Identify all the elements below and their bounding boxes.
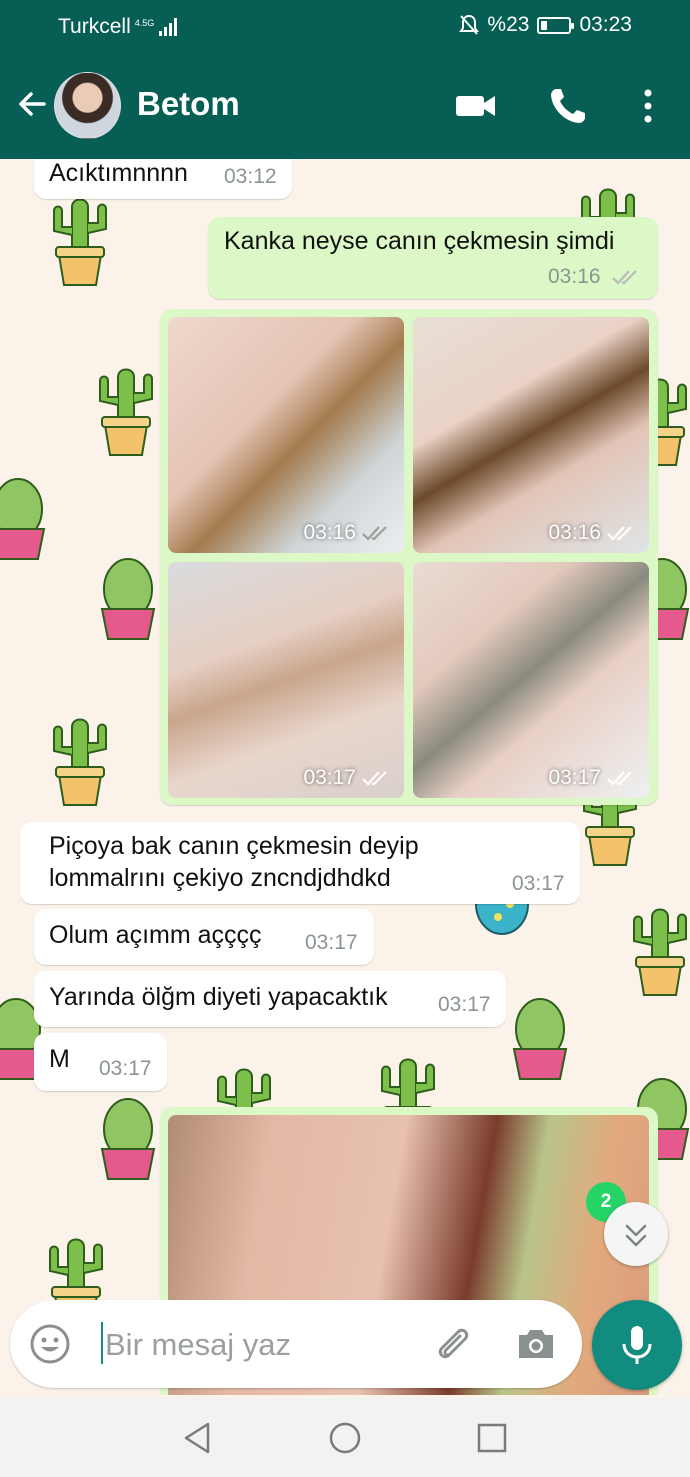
photo-time-row: 03:17 (548, 766, 637, 790)
message-time: 03:17 (438, 993, 491, 1016)
photo-1[interactable]: 03:16 (168, 317, 404, 553)
message-time-row: 03:16 (548, 265, 642, 289)
double-check-icon (607, 771, 632, 786)
message-text: M (49, 1045, 70, 1073)
text-cursor (101, 1322, 103, 1364)
double-chevron-down-icon (625, 1224, 647, 1247)
nav-recents-icon[interactable] (472, 1418, 512, 1458)
message-line: Piçoya bak canın çekmesin deyip (49, 832, 419, 860)
incoming-message[interactable]: Acıktımnnnn 03:12 (34, 159, 292, 199)
paperclip-icon[interactable] (430, 1322, 474, 1366)
clock: 03:23 (579, 13, 632, 36)
message-input[interactable]: Bir mesaj yaz (105, 1327, 291, 1363)
message-text: Kanka neyse canın çekmesin şimdi (224, 227, 615, 255)
contact-avatar[interactable] (54, 72, 121, 139)
signal-icon (159, 18, 178, 36)
more-vert-icon[interactable] (626, 84, 670, 128)
message-time: 03:17 (512, 872, 565, 895)
mute-bell-icon (459, 14, 480, 35)
message-text: Olum açımm açççç (49, 921, 262, 949)
photo-time: 03:17 (303, 766, 356, 789)
double-check-icon (607, 526, 632, 541)
photo-time-row: 03:16 (303, 521, 392, 545)
chat-area[interactable]: Acıktımnnnn 03:12 Kanka neyse canın çekm… (0, 159, 690, 1395)
contact-name[interactable]: Betom (137, 85, 240, 123)
incoming-message[interactable]: Olum açımm açççç 03:17 (34, 909, 374, 965)
message-text: Piçoya bak canın çekmesin deyip lommalrı… (49, 830, 419, 894)
camera-icon[interactable] (514, 1322, 558, 1366)
double-check-icon (612, 270, 638, 286)
nav-back-icon[interactable] (178, 1418, 218, 1458)
message-time: 03:17 (99, 1057, 152, 1080)
message-input-bar[interactable]: Bir mesaj yaz (10, 1300, 582, 1388)
message-time: 03:16 (548, 265, 601, 288)
back-arrow-icon[interactable] (14, 86, 50, 122)
photo-4[interactable]: 03:17 (413, 562, 649, 798)
network-type: 4.5G (134, 17, 155, 28)
microphone-icon (622, 1326, 652, 1364)
photo-album[interactable]: 03:16 03:16 03:17 03:17 (160, 309, 658, 805)
video-call-icon[interactable] (454, 84, 498, 128)
incoming-message[interactable]: Yarında ölğm diyeti yapacaktık 03:17 (34, 971, 506, 1027)
battery-icon (537, 16, 575, 34)
message-time: 03:17 (305, 931, 358, 954)
photo-time: 03:16 (548, 521, 601, 544)
double-check-icon (362, 526, 387, 541)
message-text: Yarında ölğm diyeti yapacaktık (49, 983, 388, 1011)
incoming-message[interactable]: M 03:17 (34, 1033, 167, 1091)
photo-3[interactable]: 03:17 (168, 562, 404, 798)
photo-time-row: 03:16 (548, 521, 637, 545)
chat-header: Betom (0, 52, 690, 159)
photo-2[interactable]: 03:16 (413, 317, 649, 553)
scroll-to-bottom-button[interactable] (604, 1202, 668, 1266)
photo-time: 03:16 (303, 521, 356, 544)
outgoing-message[interactable]: Kanka neyse canın çekmesin şimdi 03:16 (208, 217, 658, 299)
photo-time: 03:17 (548, 766, 601, 789)
message-text: Acıktımnnnn (49, 159, 188, 187)
voice-record-button[interactable] (592, 1300, 682, 1390)
battery-fill (541, 20, 548, 30)
status-bar: Turkcell 4.5G %23 03:23 (0, 0, 690, 52)
emoji-icon[interactable] (28, 1322, 72, 1366)
message-line: lommalrını çekiyo zncndjdhdkd (49, 864, 391, 892)
system-nav-bar (0, 1398, 690, 1477)
incoming-message[interactable]: Piçoya bak canın çekmesin deyip lommalrı… (20, 822, 580, 904)
nav-home-icon[interactable] (325, 1418, 365, 1458)
phone-icon[interactable] (546, 84, 590, 128)
message-time: 03:12 (224, 165, 277, 188)
double-check-icon (362, 771, 387, 786)
battery-percent: %23 (487, 13, 530, 36)
photo-time-row: 03:17 (303, 766, 392, 790)
carrier-name: Turkcell (58, 15, 131, 38)
